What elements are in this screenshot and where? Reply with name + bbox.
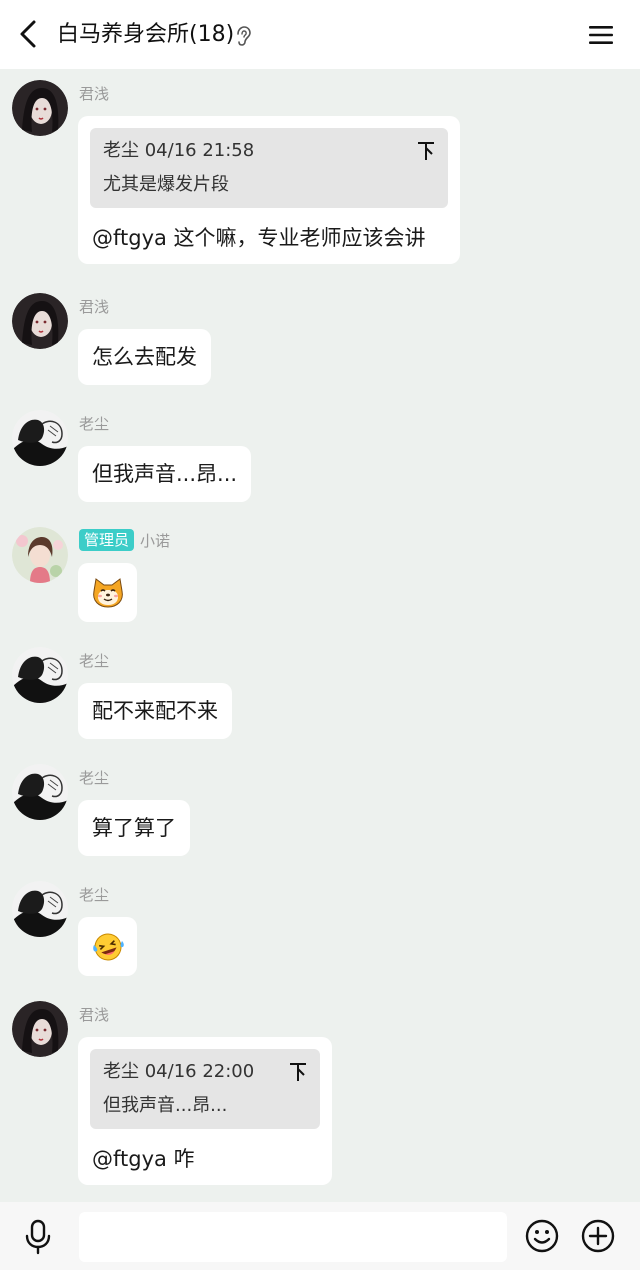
quoted-message[interactable]: 老尘 04/16 22:00 但我声音...昂... [90, 1049, 320, 1129]
back-button[interactable] [10, 16, 46, 52]
sender-name: 老尘 [79, 651, 110, 670]
jump-to-top-icon[interactable] [416, 140, 436, 162]
top-bar: 白马养身会所(18) [0, 0, 640, 69]
hamburger-menu-icon [589, 26, 613, 44]
avatar-laochen[interactable] [12, 881, 68, 937]
microphone-icon[interactable] [20, 1218, 56, 1256]
quote-text: 但我声音...昂... [103, 1095, 228, 1116]
quote-author-time: 老尘 04/16 22:00 [103, 1061, 255, 1082]
message-bubble[interactable]: 老尘 04/16 22:00 但我声音...昂... @ftgya 咋 [78, 1037, 332, 1185]
avatar-junqian[interactable] [12, 80, 68, 136]
message-bubble[interactable] [78, 917, 137, 976]
quote-author-time: 老尘 04/16 21:58 [103, 140, 255, 161]
message-bubble[interactable]: 怎么去配发 [78, 329, 211, 385]
message-text: 怎么去配发 [92, 345, 197, 369]
plus-circle-icon[interactable] [580, 1218, 616, 1254]
message-bubble[interactable]: 算了算了 [78, 800, 190, 856]
sender-name: 小诺 [140, 531, 171, 550]
sender-name: 君浅 [79, 1005, 110, 1024]
avatar-laochen[interactable] [12, 410, 68, 466]
laughing-tears-emoji [92, 933, 124, 960]
avatar-junqian[interactable] [12, 1001, 68, 1057]
message-bubble[interactable]: 老尘 04/16 21:58 尤其是爆发片段 @ftgya 这个嘛，专业老师应该… [78, 116, 460, 264]
message-text: 配不来配不来 [92, 699, 218, 723]
avatar-laochen[interactable] [12, 647, 68, 703]
sender-name: 君浅 [79, 84, 110, 103]
avatar-laochen[interactable] [12, 764, 68, 820]
message-text: 但我声音...昂... [92, 462, 238, 486]
jump-to-top-icon[interactable] [288, 1061, 308, 1083]
message-input[interactable] [79, 1212, 507, 1262]
message-bubble[interactable]: 配不来配不来 [78, 683, 232, 739]
input-bar [0, 1202, 640, 1270]
message-bubble[interactable]: 但我声音...昂... [78, 446, 252, 502]
quote-text: 尤其是爆发片段 [103, 174, 229, 195]
chevron-left-icon [20, 20, 36, 48]
avatar-junqian[interactable] [12, 293, 68, 349]
avatar-xiaonuo[interactable] [12, 527, 68, 583]
message-text: @ftgya 咋 [92, 1147, 195, 1171]
shiba-dog-emoji [92, 577, 123, 608]
chat-message-list[interactable]: 君浅 老尘 04/16 21:58 尤其是爆发片段 @ftgya 这个嘛，专业老… [0, 69, 640, 1202]
ear-icon[interactable] [234, 25, 252, 47]
chat-title: 白马养身会所(18) [57, 22, 235, 47]
admin-badge: 管理员 [79, 529, 135, 551]
sender-name: 君浅 [79, 297, 110, 316]
message-text: @ftgya 这个嘛，专业老师应该会讲 [92, 226, 426, 250]
message-bubble[interactable] [78, 563, 137, 622]
sender-name: 老尘 [79, 768, 110, 787]
quoted-message[interactable]: 老尘 04/16 21:58 尤其是爆发片段 [90, 128, 448, 208]
smiley-icon[interactable] [524, 1218, 560, 1254]
menu-button[interactable] [584, 18, 618, 52]
sender-name: 老尘 [79, 414, 110, 433]
sender-name: 老尘 [79, 885, 110, 904]
message-text: 算了算了 [92, 816, 176, 840]
